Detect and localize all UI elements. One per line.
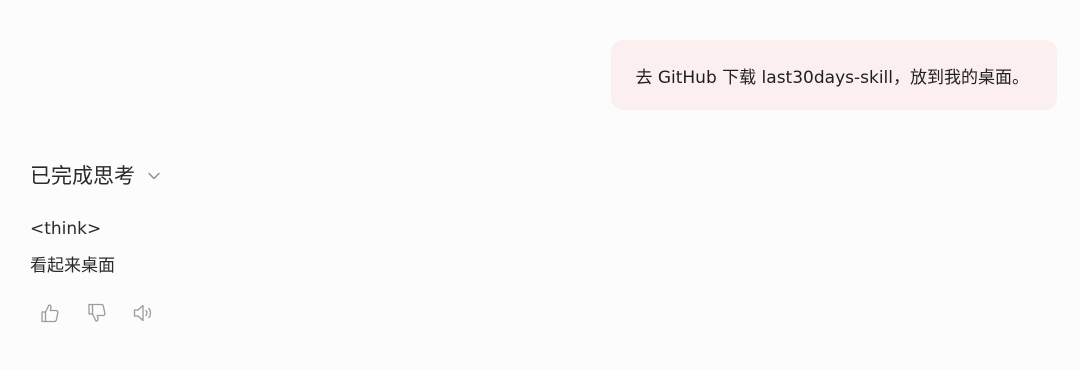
like-button[interactable] bbox=[39, 302, 61, 324]
message-action-bar bbox=[39, 302, 155, 324]
thumbs-up-icon bbox=[39, 302, 61, 324]
thinking-toggle[interactable]: 已完成思考 bbox=[30, 160, 161, 190]
thinking-content: <think> 看起来桌面 bbox=[30, 211, 115, 285]
read-aloud-button[interactable] bbox=[133, 302, 155, 324]
thinking-status-label: 已完成思考 bbox=[30, 164, 135, 188]
dislike-button[interactable] bbox=[86, 302, 108, 324]
thumbs-down-icon bbox=[86, 302, 108, 324]
thinking-line: <think> bbox=[30, 219, 102, 239]
user-message-bubble: 去 GitHub 下载 last30days-skill，放到我的桌面。 bbox=[611, 40, 1057, 110]
thinking-line: 看起来桌面 bbox=[30, 256, 115, 276]
chevron-down-icon bbox=[147, 169, 161, 183]
user-message-text: 去 GitHub 下载 last30days-skill，放到我的桌面。 bbox=[635, 67, 1029, 88]
chat-page: 去 GitHub 下载 last30days-skill，放到我的桌面。 已完成… bbox=[0, 0, 1080, 370]
speaker-icon bbox=[132, 302, 156, 324]
